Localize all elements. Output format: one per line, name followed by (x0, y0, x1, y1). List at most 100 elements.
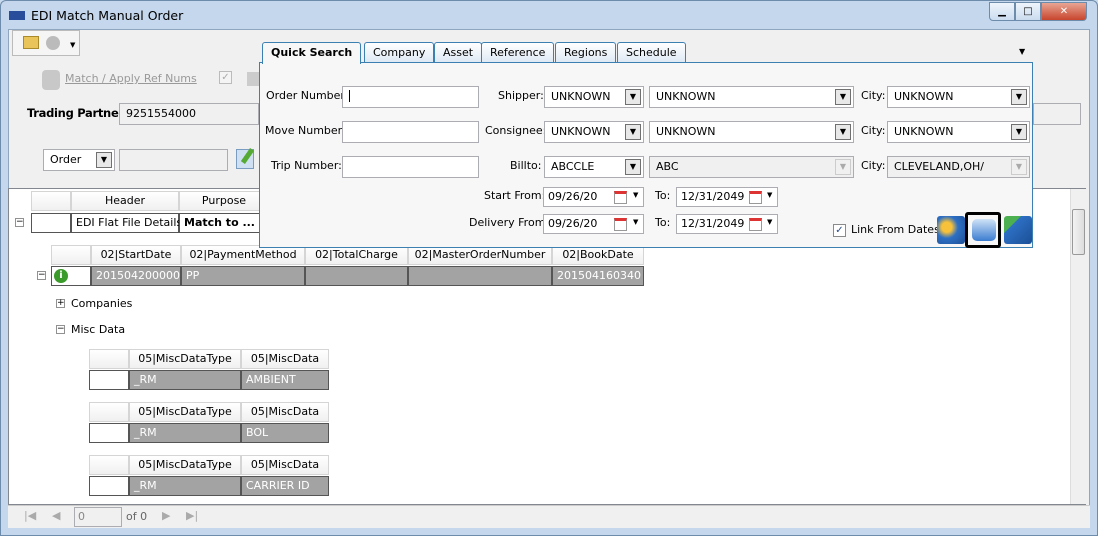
first-page-button[interactable]: |◀ (24, 509, 36, 522)
delivery-from-date[interactable]: 09/26/20 ▼ (543, 214, 644, 234)
scrollbar-thumb[interactable] (1072, 209, 1085, 255)
checkbox[interactable]: ✓ (219, 71, 232, 84)
folder-up-icon[interactable] (23, 36, 39, 49)
shipper-city-select[interactable]: UNKNOWN ▼ (887, 86, 1030, 108)
column-header[interactable]: 05|MiscData (241, 349, 329, 369)
trading-partner-field[interactable]: 9251554000 (119, 103, 259, 125)
collapse-icon[interactable]: − (37, 271, 46, 280)
row-selector[interactable]: i (51, 266, 91, 286)
calendar-icon[interactable] (614, 218, 627, 231)
column-header[interactable]: 05|MiscDataType (129, 455, 241, 475)
expand-icon[interactable]: + (56, 299, 65, 308)
collapse-icon[interactable]: − (56, 325, 65, 334)
grid-cell[interactable]: AMBIENT (241, 370, 329, 390)
move-number-input[interactable] (342, 121, 479, 143)
collapse-icon[interactable]: − (15, 218, 24, 227)
close-button[interactable]: ✕ (1041, 2, 1087, 21)
chevron-down-icon[interactable]: ▼ (1011, 124, 1027, 140)
calendar-icon[interactable] (614, 191, 627, 204)
row-selector[interactable] (31, 213, 71, 233)
refresh-search-button[interactable] (965, 212, 1001, 248)
column-header[interactable]: 02|MasterOrderNumber (408, 245, 552, 265)
calendar-icon[interactable] (749, 191, 762, 204)
consignee-city-select[interactable]: UNKNOWN ▼ (887, 121, 1030, 143)
column-header[interactable]: 02|StartDate (91, 245, 181, 265)
grid-cell[interactable]: PP (181, 266, 305, 286)
grid-cell[interactable]: BOL (241, 423, 329, 443)
trip-number-input[interactable] (342, 156, 479, 178)
chevron-down-icon[interactable]: ▼ (1011, 89, 1027, 105)
billto-code-select[interactable]: ABCCLE ▼ (544, 156, 644, 178)
prev-page-button[interactable]: ◀ (52, 509, 60, 522)
row-selector[interactable] (89, 423, 129, 443)
search-user-icon[interactable] (46, 36, 60, 50)
delivery-to-date[interactable]: 12/31/2049 ▼ (676, 214, 778, 234)
chevron-down-icon[interactable]: ▼ (70, 41, 75, 49)
chevron-down-icon[interactable]: ▼ (633, 191, 638, 199)
shipper-name-select[interactable]: UNKNOWN ▼ (649, 86, 854, 108)
row-selector[interactable] (89, 476, 129, 496)
last-page-button[interactable]: ▶| (186, 509, 198, 522)
row-selector[interactable] (89, 370, 129, 390)
grid-cell[interactable]: _RM (129, 370, 241, 390)
lookup-type-select[interactable]: Order ▼ (43, 149, 115, 171)
tab-schedule[interactable]: Schedule (617, 42, 686, 63)
chevron-down-icon[interactable]: ▼ (835, 89, 851, 105)
chevron-down-icon[interactable]: ▼ (96, 152, 112, 168)
column-header[interactable]: 05|MiscData (241, 402, 329, 422)
chevron-down-icon[interactable]: ▼ (835, 159, 851, 175)
page-input[interactable]: 0 (74, 507, 122, 527)
tab-quick-search[interactable]: Quick Search (262, 42, 362, 64)
grid-cell[interactable]: _RM (129, 476, 241, 496)
column-header[interactable]: 05|MiscData (241, 455, 329, 475)
tab-regions[interactable]: Regions (555, 42, 617, 63)
chevron-down-icon[interactable]: ▼ (767, 191, 772, 199)
grid-cell[interactable]: EDI Flat File Details (71, 213, 182, 233)
vertical-scrollbar[interactable] (1070, 189, 1086, 504)
match-apply-ref-nums-link[interactable]: Match / Apply Ref Nums (65, 72, 197, 85)
next-page-button[interactable]: ▶ (162, 509, 170, 522)
tabs-overflow-icon[interactable]: ▼ (1019, 47, 1025, 56)
chevron-down-icon[interactable]: ▼ (835, 124, 851, 140)
chevron-down-icon[interactable]: ▼ (625, 159, 641, 175)
chevron-down-icon[interactable]: ▼ (625, 124, 641, 140)
calendar-icon[interactable] (749, 218, 762, 231)
maximize-button[interactable]: □ (1015, 2, 1041, 21)
column-header[interactable]: 02|PaymentMethod (181, 245, 305, 265)
grid-cell[interactable]: CARRIER ID (241, 476, 329, 496)
new-search-icon[interactable] (937, 216, 965, 244)
edit-icon[interactable] (236, 148, 255, 169)
right-field[interactable] (1033, 103, 1081, 125)
tab-company[interactable]: Company (364, 42, 435, 63)
tab-asset[interactable]: Asset (434, 42, 483, 63)
companies-node[interactable]: Companies (71, 297, 132, 310)
column-header[interactable]: Header (71, 191, 179, 211)
grid-cell[interactable]: 201504160340 (552, 266, 644, 286)
export-icon[interactable] (1004, 216, 1032, 244)
minimize-button[interactable]: ▁ (989, 2, 1015, 21)
consignee-code-select[interactable]: UNKNOWN ▼ (544, 121, 644, 143)
billto-name-select[interactable]: ABC ▼ (649, 156, 854, 178)
chevron-down-icon[interactable]: ▼ (625, 89, 641, 105)
consignee-name-select[interactable]: UNKNOWN ▼ (649, 121, 854, 143)
shipper-code-select[interactable]: UNKNOWN ▼ (544, 86, 644, 108)
column-header[interactable]: 02|BookDate (552, 245, 644, 265)
column-header[interactable]: Purpose (179, 191, 269, 211)
lookup-value-field[interactable] (119, 149, 228, 171)
grid-cell[interactable] (305, 266, 408, 286)
billto-city-select[interactable]: CLEVELAND,OH/▼ (887, 156, 1030, 178)
order-number-input[interactable] (342, 86, 479, 108)
grid-cell[interactable] (408, 266, 552, 286)
column-header[interactable]: 05|MiscDataType (129, 402, 241, 422)
chevron-down-icon[interactable]: ▼ (767, 218, 772, 226)
chevron-down-icon[interactable]: ▼ (633, 218, 638, 226)
tab-reference[interactable]: Reference (481, 42, 555, 63)
column-header[interactable]: 05|MiscDataType (129, 349, 241, 369)
column-header[interactable]: 02|TotalCharge (305, 245, 408, 265)
link-from-dates-checkbox[interactable]: ✓ (833, 224, 846, 237)
misc-data-node[interactable]: Misc Data (71, 323, 125, 336)
grid-cell[interactable]: 201504200000 (91, 266, 181, 286)
chevron-down-icon[interactable]: ▼ (1011, 159, 1027, 175)
start-from-date[interactable]: 09/26/20 ▼ (543, 187, 644, 207)
grid-cell[interactable]: _RM (129, 423, 241, 443)
